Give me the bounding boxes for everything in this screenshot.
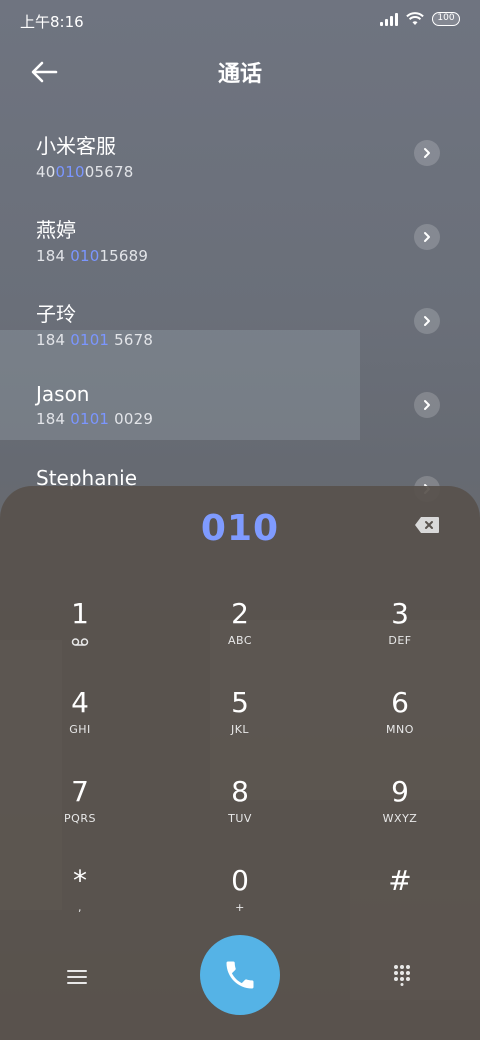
- contact-number: 4001005678: [36, 163, 134, 181]
- menu-icon: [67, 970, 87, 984]
- key-letters: DEF: [388, 634, 412, 647]
- key-letters: ABC: [227, 634, 253, 647]
- key-letters: WXYZ: [382, 812, 418, 825]
- key-0[interactable]: 0 +: [180, 863, 300, 943]
- key-5[interactable]: 5 JKL: [180, 685, 300, 765]
- key-9[interactable]: 9 WXYZ: [340, 774, 460, 854]
- chevron-right-icon: [424, 316, 430, 326]
- menu-button[interactable]: [66, 968, 88, 986]
- keypad-toggle-button[interactable]: [392, 964, 412, 986]
- key-letters: GHI: [69, 723, 91, 736]
- key-digit: 4: [71, 686, 89, 719]
- key-digit: *: [73, 864, 87, 897]
- backspace-icon: [415, 517, 439, 533]
- dialed-number: 010: [200, 508, 280, 549]
- key-7[interactable]: 7 PQRS: [20, 774, 140, 854]
- key-6[interactable]: 6 MNO: [340, 685, 460, 765]
- chevron-right-icon: [424, 148, 430, 158]
- key-hash[interactable]: #: [340, 863, 460, 943]
- header: 通话: [0, 48, 480, 94]
- key-digit: 8: [231, 775, 249, 808]
- contact-detail-button[interactable]: [414, 140, 440, 166]
- key-4[interactable]: 4 GHI: [20, 685, 140, 765]
- key-letters: MNO: [386, 723, 414, 736]
- backspace-button[interactable]: [414, 516, 440, 534]
- key-1[interactable]: 1: [20, 596, 140, 676]
- key-3[interactable]: 3 DEF: [340, 596, 460, 676]
- status-bar: 上午8:16 100: [0, 0, 480, 40]
- contact-number: 184 0101 5678: [36, 331, 154, 349]
- call-button[interactable]: [200, 935, 280, 1015]
- key-digit: #: [388, 864, 412, 897]
- key-digit: 6: [391, 686, 409, 719]
- wifi-icon: [406, 12, 424, 25]
- contact-list: 小米客服 4001005678 燕婷 184 01015689 子玲 184 0…: [0, 112, 480, 532]
- key-8[interactable]: 8 TUV: [180, 774, 300, 854]
- key-letters: +: [235, 901, 245, 914]
- key-digit: 0: [231, 864, 249, 897]
- key-letters: JKL: [230, 723, 250, 736]
- key-letters: ,: [78, 901, 82, 914]
- key-digit: 2: [231, 597, 249, 630]
- chevron-right-icon: [424, 400, 430, 410]
- key-digit: 9: [391, 775, 409, 808]
- status-icons: 100: [380, 12, 460, 26]
- key-star[interactable]: * ,: [20, 863, 140, 943]
- keypad-icon: [394, 965, 410, 986]
- key-digit: 7: [71, 775, 89, 808]
- battery-icon: 100: [432, 12, 460, 26]
- contact-detail-button[interactable]: [414, 224, 440, 250]
- contact-name: Stephanie: [36, 466, 138, 490]
- key-digit: 5: [231, 686, 249, 719]
- contact-number: 184 0101 0029: [36, 410, 154, 428]
- contact-number: 184 01015689: [36, 247, 149, 265]
- contact-name: Jason: [36, 382, 90, 406]
- list-item[interactable]: Jason 184 0101 0029: [0, 364, 480, 448]
- list-item[interactable]: 燕婷 184 01015689: [0, 196, 480, 280]
- key-letters: PQRS: [64, 812, 96, 825]
- voicemail-icon: [71, 638, 89, 646]
- key-digit: 3: [391, 597, 409, 630]
- list-item[interactable]: 子玲 184 0101 5678: [0, 280, 480, 364]
- key-letters: TUV: [228, 812, 252, 825]
- signal-icon: [380, 12, 398, 26]
- page-title: 通话: [217, 62, 262, 87]
- status-time: 上午8:16: [20, 13, 84, 31]
- contact-detail-button[interactable]: [414, 392, 440, 418]
- key-2[interactable]: 2 ABC: [180, 596, 300, 676]
- chevron-right-icon: [424, 232, 430, 242]
- contact-detail-button[interactable]: [414, 308, 440, 334]
- list-item[interactable]: 小米客服 4001005678: [0, 112, 480, 196]
- phone-icon: [226, 961, 254, 989]
- key-digit: 1: [71, 597, 89, 630]
